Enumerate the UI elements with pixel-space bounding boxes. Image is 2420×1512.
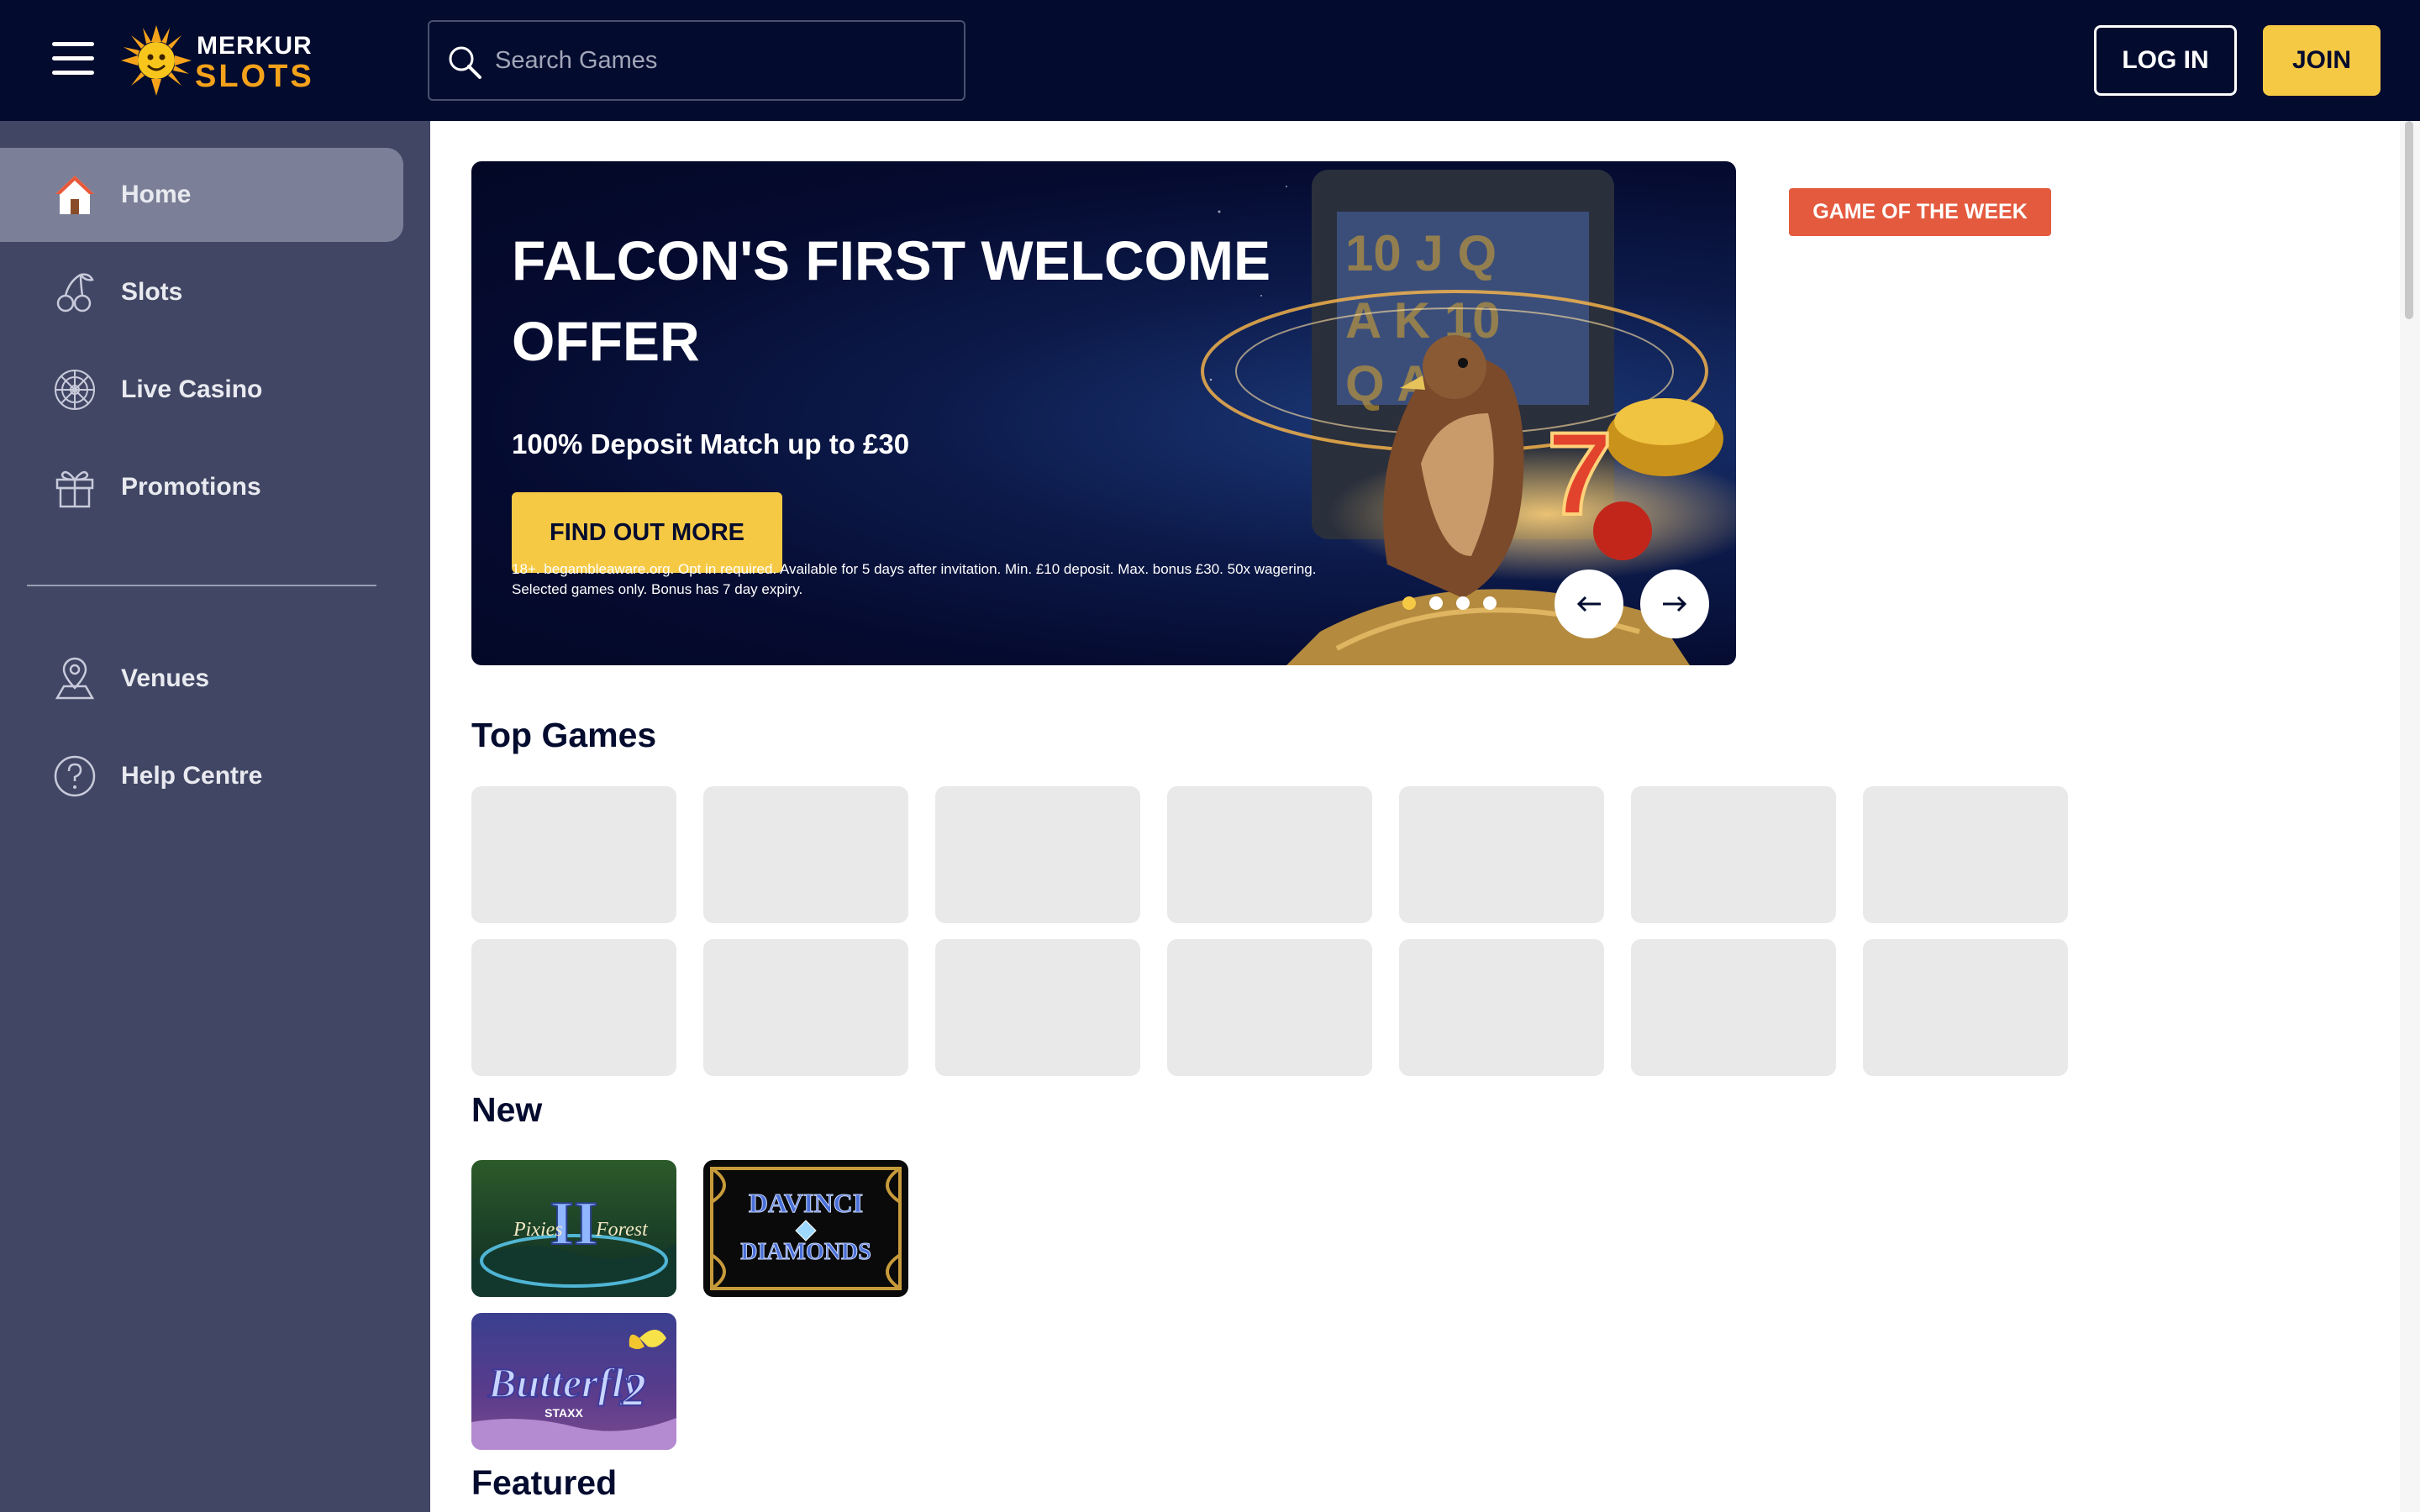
- sidebar-item-promotions[interactable]: Promotions: [0, 440, 403, 534]
- game-tile-butterfly-staxx-2[interactable]: Butterfly 2 STAXX: [471, 1313, 676, 1450]
- svg-text:2: 2: [622, 1364, 646, 1416]
- carousel-dots: [1402, 596, 1497, 610]
- svg-text:Forest: Forest: [595, 1219, 649, 1241]
- home-icon: [55, 176, 94, 214]
- roulette-wheel-icon: [55, 370, 95, 410]
- main-content: 10 J QA K 10 Q A J 7 FALCON'S FIRST WELCO…: [430, 121, 2400, 1512]
- question-circle-icon: [54, 755, 96, 797]
- game-tile-placeholder[interactable]: [1167, 939, 1372, 1076]
- svg-text:Butterfly: Butterfly: [487, 1359, 643, 1406]
- join-button[interactable]: JOIN: [2263, 25, 2381, 96]
- logo-text-merkur: MERKUR: [197, 32, 313, 60]
- davinci-diamonds-artwork: DAVINCI DIAMONDS: [703, 1160, 908, 1297]
- menu-icon[interactable]: [52, 42, 94, 76]
- map-pin-icon: [55, 657, 95, 700]
- sidebar-item-label: Venues: [121, 664, 210, 692]
- carousel-prev-button[interactable]: [1555, 570, 1623, 638]
- sidebar-item-label: Live Casino: [121, 375, 263, 403]
- sidebar-item-label: Help Centre: [121, 762, 263, 790]
- carousel-dot[interactable]: [1456, 596, 1470, 610]
- page-scrollbar[interactable]: [2400, 121, 2420, 1512]
- butterfly-staxx-artwork: Butterfly 2 STAXX: [471, 1313, 676, 1450]
- login-button[interactable]: LOG IN: [2094, 25, 2237, 96]
- arrow-right-icon: [1663, 596, 1687, 612]
- svg-text:Pixies: Pixies: [513, 1219, 563, 1241]
- game-tile-placeholder[interactable]: [703, 939, 908, 1076]
- game-tile-placeholder[interactable]: [935, 786, 1140, 923]
- promo-banner[interactable]: 10 J QA K 10 Q A J 7 FALCON'S FIRST WELCO…: [471, 161, 1736, 665]
- game-tile-davinci-diamonds[interactable]: DAVINCI DIAMONDS: [703, 1160, 908, 1297]
- svg-text:DIAMONDS: DIAMONDS: [740, 1239, 871, 1265]
- game-tile-placeholder[interactable]: [703, 786, 908, 923]
- game-tile-placeholder[interactable]: [1631, 786, 1836, 923]
- carousel-dot[interactable]: [1483, 596, 1497, 610]
- carousel-dot[interactable]: [1429, 596, 1443, 610]
- game-tile-pixies-of-the-forest[interactable]: II Pixies Forest: [471, 1160, 676, 1297]
- svg-text:DAVINCI: DAVINCI: [749, 1188, 863, 1218]
- game-tile-placeholder[interactable]: [471, 939, 676, 1076]
- sidebar-item-help-centre[interactable]: Help Centre: [0, 729, 403, 823]
- cherries-icon: [56, 273, 94, 312]
- sidebar-item-venues[interactable]: Venues: [0, 632, 403, 726]
- section-title-featured: Featured: [471, 1463, 618, 1502]
- carousel-dot[interactable]: [1402, 596, 1416, 610]
- pixies-forest-artwork: II Pixies Forest: [471, 1160, 676, 1297]
- brand-logo[interactable]: MERKUR SLOTS: [121, 24, 314, 96]
- sidebar-item-home[interactable]: Home: [0, 148, 403, 242]
- top-header: MERKUR SLOTS LOG IN JOIN: [0, 0, 2420, 121]
- gift-icon: [55, 470, 94, 508]
- game-tile-placeholder[interactable]: [1399, 939, 1604, 1076]
- logo-text-slots: SLOTS: [195, 59, 314, 94]
- game-tile-placeholder[interactable]: [935, 939, 1140, 1076]
- game-of-the-week-badge[interactable]: GAME OF THE WEEK: [1789, 188, 2051, 236]
- arrow-left-icon: [1576, 596, 1601, 612]
- game-tile-placeholder[interactable]: [1167, 786, 1372, 923]
- sidebar: Home Slots Live Casino Promotions Venues…: [0, 121, 430, 1512]
- scrollbar-thumb[interactable]: [2405, 121, 2413, 319]
- section-title-top-games: Top Games: [471, 716, 657, 754]
- sidebar-item-label: Slots: [121, 278, 183, 306]
- svg-text:10 J Q: 10 J Q: [1345, 225, 1497, 281]
- game-tile-placeholder[interactable]: [1631, 939, 1836, 1076]
- banner-subtitle: 100% Deposit Match up to £30: [512, 428, 910, 459]
- sun-mascot-icon: [121, 25, 192, 96]
- game-tile-placeholder[interactable]: [1399, 786, 1604, 923]
- sidebar-item-live-casino[interactable]: Live Casino: [0, 343, 403, 437]
- banner-terms: 18+. begambleaware.org. Opt in required.…: [512, 561, 1317, 597]
- game-tile-placeholder[interactable]: [1863, 939, 2068, 1076]
- search-input[interactable]: [495, 39, 949, 82]
- svg-text:A K 10: A K 10: [1345, 292, 1501, 349]
- game-tile-placeholder[interactable]: [1863, 786, 2068, 923]
- sidebar-divider: [27, 585, 376, 586]
- game-tile-placeholder[interactable]: [471, 786, 676, 923]
- svg-text:STAXX: STAXX: [544, 1406, 583, 1420]
- sidebar-item-label: Home: [121, 181, 192, 208]
- banner-title: FALCON'S FIRST WELCOME OFFER: [512, 229, 1270, 372]
- sidebar-item-label: Promotions: [121, 473, 261, 501]
- search-box[interactable]: [428, 20, 965, 101]
- section-title-new: New: [471, 1090, 543, 1129]
- sidebar-item-slots[interactable]: Slots: [0, 245, 403, 339]
- search-icon: [449, 46, 481, 79]
- carousel-next-button[interactable]: [1640, 570, 1709, 638]
